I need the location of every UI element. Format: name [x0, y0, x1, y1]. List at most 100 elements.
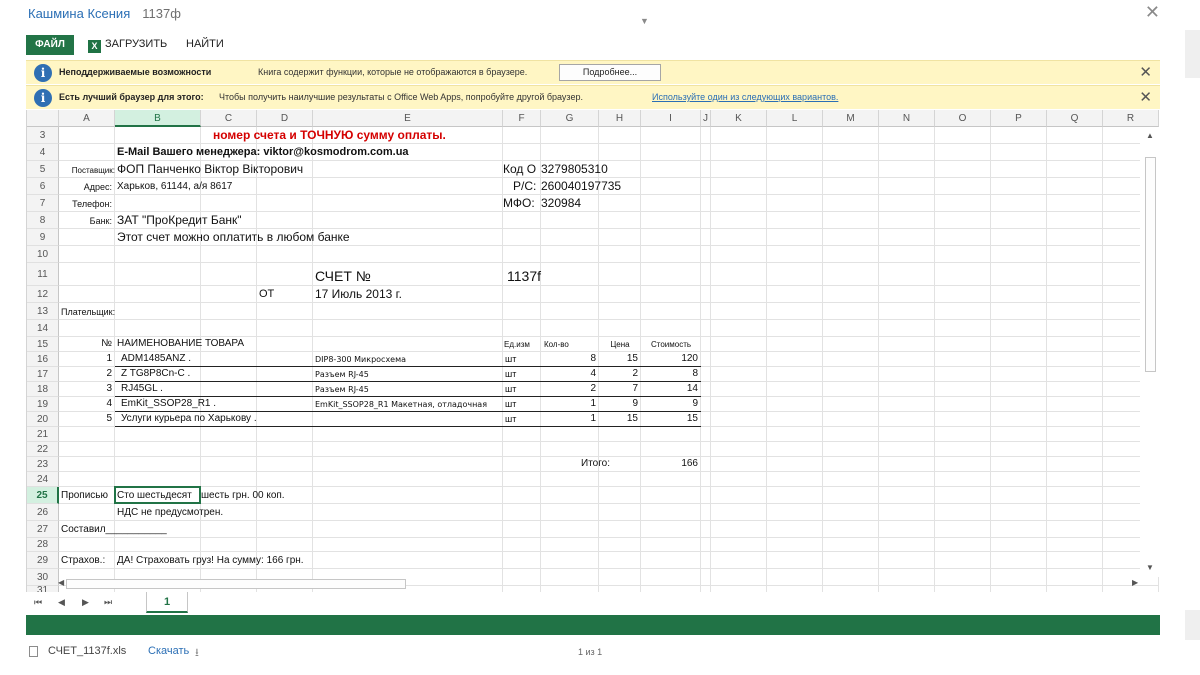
column-header-g[interactable]: G	[541, 110, 599, 127]
row-header-14[interactable]: 14	[27, 320, 59, 337]
item-underline	[115, 426, 701, 427]
download-link[interactable]: Скачать	[148, 645, 189, 657]
column-header-d[interactable]: D	[257, 110, 313, 127]
grid-line	[934, 127, 935, 592]
grid-line	[59, 551, 1159, 552]
download-bar: СЧЕТ_1137f.xls Скачать ⭳ 1 из 1	[0, 640, 1200, 675]
grid-line	[59, 471, 1159, 472]
file-tab[interactable]: ФАЙЛ	[26, 35, 74, 55]
prev-sheet-icon[interactable]: ◀	[58, 597, 65, 608]
row-header-29[interactable]: 29	[27, 552, 59, 569]
next-sheet-icon[interactable]: ▶	[82, 597, 89, 608]
grid-line	[59, 177, 1159, 178]
row-header-9[interactable]: 9	[27, 229, 59, 246]
unsupported-features-bar: i Неподдерживаемые возможности Книга сод…	[26, 60, 1160, 84]
scroll-up-icon[interactable]: ▲	[1146, 131, 1154, 140]
row-header-13[interactable]: 13	[27, 303, 59, 320]
col-qty-header: Кол-во	[544, 340, 569, 349]
row-header-8[interactable]: 8	[27, 212, 59, 229]
row-header-17[interactable]: 17	[27, 367, 59, 382]
row-header-11[interactable]: 11	[27, 263, 59, 286]
row-header-6[interactable]: 6	[27, 178, 59, 195]
column-header-o[interactable]: O	[935, 110, 991, 127]
column-header-k[interactable]: K	[711, 110, 767, 127]
row-header-16[interactable]: 16	[27, 352, 59, 367]
row-header-7[interactable]: 7	[27, 195, 59, 212]
rs-label: Р/С:	[513, 179, 537, 193]
row-header-27[interactable]: 27	[27, 521, 59, 538]
row-header-25[interactable]: 25	[27, 487, 59, 504]
row-header-5[interactable]: 5	[27, 161, 59, 178]
row-header-20[interactable]: 20	[27, 412, 59, 427]
page-counter: 1 из 1	[578, 647, 603, 657]
column-header-b[interactable]: B	[115, 110, 201, 127]
scroll-thumb[interactable]	[1145, 157, 1156, 372]
row-header-21[interactable]: 21	[27, 427, 59, 442]
column-header-m[interactable]: M	[823, 110, 879, 127]
download-button[interactable]: X ЗАГРУЗИТЬ	[88, 38, 167, 53]
title-bar: Кашмина Ксения 1137ф ▼ ✕	[0, 0, 1200, 28]
close-icon[interactable]: ✕	[1145, 2, 1160, 23]
row-header-22[interactable]: 22	[27, 442, 59, 457]
col-cost-header: Стоимость	[650, 340, 692, 349]
details-button[interactable]: Подробнее...	[559, 64, 661, 81]
date-from-label: ОТ	[259, 288, 275, 300]
column-header-p[interactable]: P	[991, 110, 1047, 127]
row-header-26[interactable]: 26	[27, 504, 59, 521]
scroll-down-icon[interactable]: ▼	[1146, 563, 1154, 572]
column-header-h[interactable]: H	[599, 110, 641, 127]
scroll-right-icon[interactable]: ▶	[1132, 578, 1138, 587]
find-button[interactable]: НАЙТИ	[186, 38, 224, 50]
column-header-i[interactable]: I	[641, 110, 701, 127]
row-header-19[interactable]: 19	[27, 397, 59, 412]
scroll-thumb[interactable]	[66, 579, 406, 589]
row-header-28[interactable]: 28	[27, 538, 59, 552]
download-icon[interactable]: ⭳	[195, 644, 199, 663]
item-name: Z TG8P8Cn-C .	[121, 368, 191, 379]
sheet-tab-1[interactable]: 1	[146, 592, 188, 613]
column-header-n[interactable]: N	[879, 110, 935, 127]
item-num: 3	[106, 383, 112, 394]
row-header-12[interactable]: 12	[27, 286, 59, 303]
item-num: 4	[106, 398, 112, 409]
column-header-q[interactable]: Q	[1047, 110, 1103, 127]
item-qty: 2	[590, 383, 596, 394]
browser-options-link[interactable]: Используйте один из следующих вариантов.	[652, 92, 838, 102]
close-icon[interactable]: ✕	[1139, 88, 1152, 106]
spreadsheet-grid[interactable]: A B C D E F G H I J K L M N O P Q R 3 4 5 6 7 8 9 10 11 12 13 14 15 16 1…	[26, 110, 1160, 592]
select-all-corner[interactable]	[27, 110, 59, 127]
row-header-23[interactable]: 23	[27, 457, 59, 472]
column-header-r[interactable]: R	[1103, 110, 1159, 127]
item-unit: шт	[505, 384, 517, 394]
column-header-e[interactable]: E	[313, 110, 503, 127]
close-icon[interactable]: ✕	[1139, 63, 1152, 81]
row-header-30[interactable]: 30	[27, 569, 59, 586]
grid-line	[766, 127, 767, 592]
info-icon: i	[34, 64, 52, 82]
last-sheet-icon[interactable]: ⏭	[104, 597, 112, 608]
col-price-header: Цена	[610, 340, 630, 349]
first-sheet-icon[interactable]: ⏮	[34, 597, 42, 608]
notification-text: Книга содержит функции, которые не отобр…	[258, 67, 528, 77]
chevron-down-icon[interactable]: ▼	[640, 16, 649, 26]
bank-name: ЗАТ "ПроКредит Банк"	[117, 213, 242, 227]
column-header-c[interactable]: C	[201, 110, 257, 127]
column-header-a[interactable]: A	[59, 110, 115, 127]
grid-line	[822, 127, 823, 592]
row-header-18[interactable]: 18	[27, 382, 59, 397]
notification-label: Есть лучший браузер для этого:	[59, 92, 204, 102]
column-header-l[interactable]: L	[767, 110, 823, 127]
row-header-3[interactable]: 3	[27, 127, 59, 144]
column-header-f[interactable]: F	[503, 110, 541, 127]
horizontal-scrollbar[interactable]: ◀ ▶	[58, 578, 1140, 590]
item-price: 15	[626, 353, 638, 364]
row-header-4[interactable]: 4	[27, 144, 59, 161]
row-header-10[interactable]: 10	[27, 246, 59, 263]
selected-cell[interactable]	[114, 486, 201, 504]
column-header-j[interactable]: J	[701, 110, 711, 127]
row-header-15[interactable]: 15	[27, 337, 59, 352]
scroll-left-icon[interactable]: ◀	[58, 578, 64, 587]
vertical-scrollbar[interactable]: ▲ ▼	[1140, 127, 1160, 577]
item-price: 2	[632, 368, 638, 379]
row-header-24[interactable]: 24	[27, 472, 59, 487]
